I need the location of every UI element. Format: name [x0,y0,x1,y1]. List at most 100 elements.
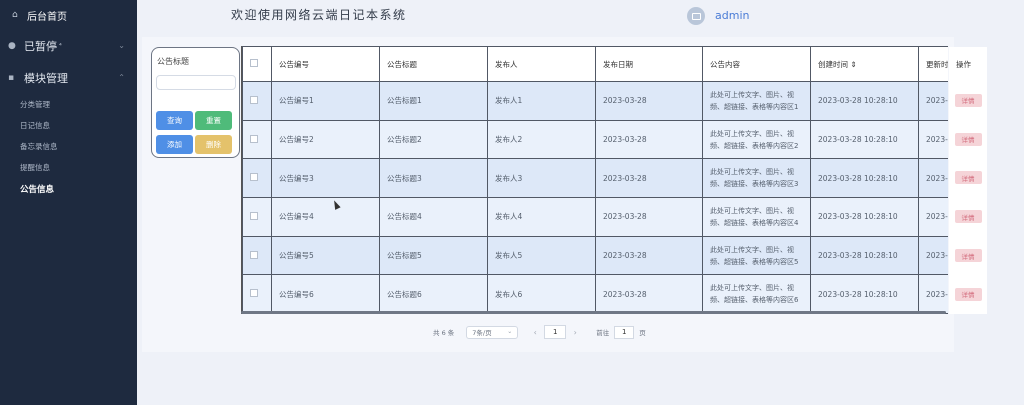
table-cell: 2023-0 [918,235,948,276]
chevron-down-icon: ⌄ [118,41,125,50]
header: 欢迎使用网络云端日记本系统 admin [137,0,1024,30]
table-cell: 此处可上传文字、图片、视频、超链接、表格等内容区2 [702,119,811,160]
table-cell: 2023-03-28 10:28:10 [810,158,919,199]
query-button[interactable]: 查询 [156,111,193,130]
sidebar-item-label: 分类管理 [20,100,50,109]
table-cell: 2023-03-28 10:28:10 [810,197,919,237]
sidebar-item-diary[interactable]: 日记信息 [0,115,137,136]
table-cell: 此处可上传文字、图片、视频、超链接、表格等内容区6 [702,274,811,314]
table-cell: 公告编号1 [271,81,380,121]
search-input[interactable] [156,75,236,90]
goto-page-input[interactable]: 1 [614,325,635,339]
operation-cell: 详情 [949,236,987,275]
prev-page-button[interactable]: ‹ [528,326,542,339]
grid-icon: ▪ [8,73,15,83]
table-cell: 公告编号5 [271,235,380,276]
column-header: 更新时间 [918,46,948,82]
select-all-checkbox[interactable] [250,59,258,67]
sidebar-item-memo[interactable]: 备忘录信息 [0,136,137,157]
page-unit-label: 页 [639,329,646,337]
table-cell: 2023-03-28 10:28:10 [810,81,919,121]
row-checkbox[interactable] [250,134,258,143]
table-cell: 发布人6 [487,274,596,314]
total-count: 共 6 条 [433,329,455,337]
table-cell: 发布人1 [487,81,596,121]
table-header-row: 公告编号 公告标题 发布人 发布日期 公告内容 创建时间 ⇕ 更新时间 [242,46,948,82]
row-checkbox[interactable] [250,289,258,298]
table-cell: 2023-0 [918,197,948,237]
row-checkbox-cell [242,81,272,121]
column-header: 公告标题 [379,46,488,82]
table-cell: 2023-03-28 [595,274,703,314]
row-checkbox[interactable] [250,211,258,220]
table-row: 公告编号6 公告标题6 发布人6 2023-03-28 此处可上传文字、图片、视… [242,274,948,314]
detail-button[interactable]: 详情 [954,132,982,146]
column-header: 公告编号 [271,46,380,82]
detail-button[interactable]: 详情 [954,287,982,301]
operation-cell: 详情 [949,275,987,314]
detail-button[interactable]: 详情 [954,93,982,107]
goto-label: 前往 [596,329,610,337]
detail-button[interactable]: 详情 [954,210,982,224]
chevron-up-icon: ⌃ [118,73,125,82]
page-size-value: 7条/页 [472,329,492,337]
table-cell: 2023-0 [918,119,948,160]
table-horizontal-scrollbar[interactable] [241,311,946,314]
sidebar-item-label: 日记信息 [20,121,50,130]
table-cell: 2023-0 [918,158,948,199]
table-cell: 公告标题5 [379,235,488,276]
chevron-down-icon: ⌄ [507,327,513,335]
page-title: 欢迎使用网络云端日记本系统 [231,8,407,22]
table-row: 公告编号4 公告标题4 发布人4 2023-03-28 此处可上传文字、图片、视… [242,197,948,237]
sidebar-item-home[interactable]: ⌂ 后台首页 [0,0,137,30]
column-header: 发布日期 [595,46,703,82]
table-cell: 公告标题6 [379,274,488,314]
row-checkbox[interactable] [250,95,258,104]
table-cell: 公告编号4 [271,197,380,237]
chevron-right-icon: › [573,327,577,337]
sidebar-group-paused-label: 已暂停 [24,40,57,53]
table-cell: 2023-0 [918,81,948,121]
row-checkbox-cell [242,197,272,237]
sidebar-item-label: 提醒信息 [20,163,50,172]
column-header: 公告内容 [702,46,811,82]
table-row: 公告编号3 公告标题3 发布人3 2023-03-28 此处可上传文字、图片、视… [242,158,948,199]
row-checkbox[interactable] [250,173,258,182]
table-cell: 此处可上传文字、图片、视频、超链接、表格等内容区5 [702,235,811,276]
pagination: 共 6 条 7条/页 ⌄ ‹ 1 › 前往 1 页 [433,325,646,339]
page-size-select[interactable]: 7条/页 ⌄ [466,325,519,339]
column-header-sortable[interactable]: 创建时间 ⇕ [810,46,919,82]
sidebar-group-paused[interactable]: ● 已暂停 ⁴ ⌄ [0,30,137,62]
sidebar: ⌂ 后台首页 ● 已暂停 ⁴ ⌄ ▪ 模块管理 ⌃ 分类管理 日记信息 备忘录信… [0,0,137,405]
next-page-button[interactable]: › [568,326,582,339]
table-cell: 2023-03-28 [595,119,703,160]
sidebar-item-notice[interactable]: 公告信息 [0,178,137,199]
avatar[interactable] [687,7,705,25]
search-label: 公告标题 [157,57,189,66]
image-icon [691,12,701,20]
sidebar-home-label: 后台首页 [27,11,67,23]
username[interactable]: admin [715,9,749,22]
operation-cell: 详情 [949,159,987,198]
operation-cell: 详情 [949,81,987,120]
row-checkbox-cell [242,274,272,314]
search-panel: 公告标题 查询 重置 添加 删除 [151,47,240,158]
operation-cell: 详情 [949,120,987,159]
sidebar-item-label: 备忘录信息 [20,142,58,151]
sidebar-group-modules[interactable]: ▪ 模块管理 ⌃ [0,62,137,94]
sidebar-group-modules-label: 模块管理 [24,72,68,85]
sidebar-item-reminder[interactable]: 提醒信息 [0,157,137,178]
table-cell: 公告标题4 [379,197,488,237]
reset-button[interactable]: 重置 [195,111,232,130]
table-cell: 2023-03-28 [595,158,703,199]
current-page-button[interactable]: 1 [544,325,567,339]
sidebar-group-paused-sup: ⁴ [59,42,62,50]
detail-button[interactable]: 详情 [954,171,982,185]
table-cell: 2023-03-28 10:28:10 [810,274,919,314]
delete-button[interactable]: 删除 [195,135,232,154]
table-cell: 此处可上传文字、图片、视频、超链接、表格等内容区4 [702,197,811,237]
detail-button[interactable]: 详情 [954,249,982,263]
add-button[interactable]: 添加 [156,135,193,154]
row-checkbox[interactable] [250,250,258,259]
sidebar-item-category[interactable]: 分类管理 [0,94,137,115]
